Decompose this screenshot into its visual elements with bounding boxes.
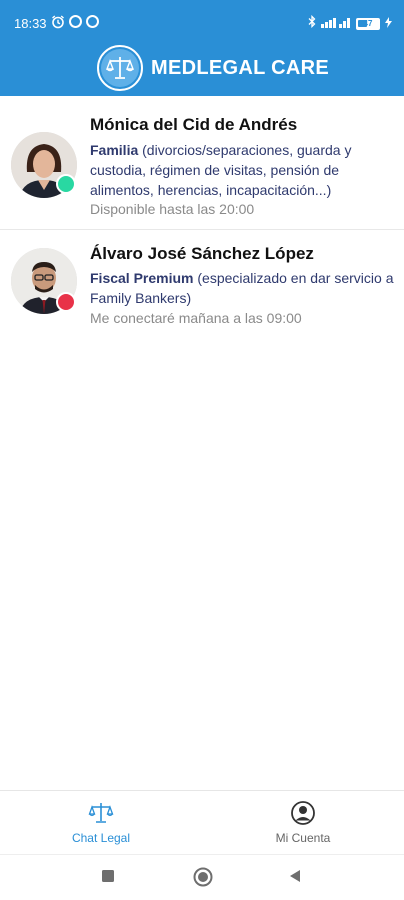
status-time: 18:33 — [14, 16, 47, 31]
brand: MEDLEGAL CARE — [97, 45, 329, 91]
lawyer-specialty: Familia — [90, 142, 139, 158]
brand-name: MEDLEGAL CARE — [151, 56, 329, 79]
lawyer-list-item[interactable]: Mónica del Cid de Andrés Familia (divorc… — [0, 96, 404, 230]
lawyer-description: Familia (divorcios/separaciones, guarda … — [90, 140, 398, 200]
charging-icon — [385, 15, 392, 33]
back-triangle-icon[interactable] — [288, 869, 302, 888]
system-navigation-bar — [0, 854, 404, 900]
battery-icon: 47 — [356, 18, 380, 30]
tab-mi-cuenta[interactable]: Mi Cuenta — [202, 791, 404, 855]
tab-chat-legal[interactable]: Chat Legal — [0, 791, 202, 855]
lawyer-specialty: Fiscal Premium — [90, 270, 194, 286]
home-circle-icon[interactable] — [193, 867, 213, 892]
lawyer-list-item[interactable]: Álvaro José Sánchez López Fiscal Premium… — [0, 230, 404, 342]
recents-square-icon[interactable] — [101, 869, 115, 888]
system-status-icons: 47 — [308, 14, 392, 33]
lawyer-availability: Disponible hasta las 20:00 — [90, 201, 255, 217]
status-indicator-offline — [56, 292, 76, 312]
app-screen: 18:33 47 MEDLEGAL CARE Mónica del Cid de… — [0, 0, 404, 900]
status-indicator-online — [56, 174, 76, 194]
tab-label: Mi Cuenta — [275, 831, 331, 845]
bluetooth-icon — [308, 14, 316, 33]
lawyer-name: Mónica del Cid de Andrés — [90, 115, 298, 134]
status-bar: 18:33 47 — [0, 0, 404, 44]
scales-icon — [88, 800, 114, 831]
battery-level-text: 47 — [363, 19, 373, 28]
app-header: 18:33 47 MEDLEGAL CARE — [0, 0, 404, 96]
scales-of-justice-icon — [105, 57, 135, 79]
app-notification-icon — [69, 15, 82, 28]
lawyer-list: Mónica del Cid de Andrés Familia (divorc… — [0, 96, 404, 342]
app-notification-icon — [86, 15, 99, 28]
bottom-navigation: Chat Legal Mi Cuenta — [0, 790, 404, 854]
tab-label: Chat Legal — [71, 831, 131, 845]
user-account-icon — [290, 800, 316, 831]
brand-logo — [97, 45, 143, 91]
notification-icons — [51, 15, 99, 34]
lawyer-name: Álvaro José Sánchez López — [90, 244, 314, 263]
lawyer-availability: Me conectaré mañana a las 09:00 — [90, 310, 302, 326]
alarm-icon — [51, 15, 65, 34]
signal-icon — [321, 15, 351, 33]
lawyer-description: Fiscal Premium (especializado en dar ser… — [90, 268, 398, 308]
